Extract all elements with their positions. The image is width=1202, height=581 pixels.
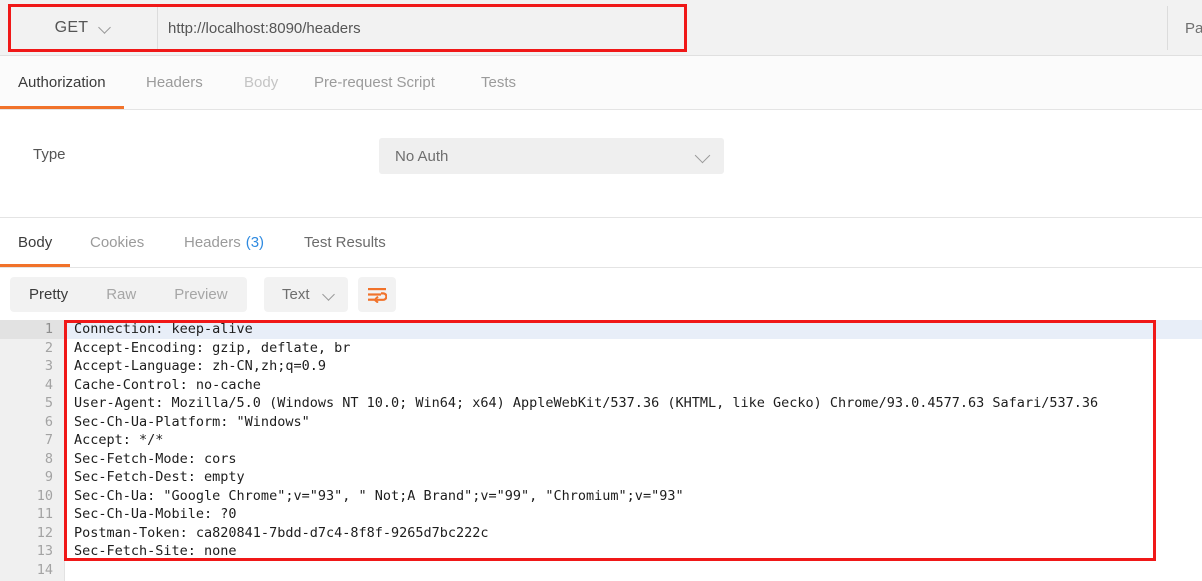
line-number: 7: [44, 432, 53, 448]
response-tab-bar: Body Cookies Headers (3) Test Results: [0, 218, 1202, 268]
code-line: User-Agent: Mozilla/5.0 (Windows NT 10.0…: [74, 395, 1099, 411]
code-line: Sec-Ch-Ua-Mobile: ?0: [74, 506, 237, 522]
response-headers-count: (3): [245, 234, 265, 251]
segment-raw-label: Raw: [106, 286, 137, 303]
response-tab-test-results[interactable]: Test Results: [286, 218, 404, 267]
response-tab-test-results-label: Test Results: [304, 234, 386, 251]
line-number: 8: [44, 450, 53, 467]
code-line: Sec-Ch-Ua: "Google Chrome";v="93", " Not…: [74, 487, 684, 504]
chevron-down-icon: [696, 149, 710, 163]
tab-headers-label: Headers: [146, 74, 203, 91]
segment-raw[interactable]: Raw: [87, 277, 155, 312]
line-number: 11: [36, 506, 53, 522]
response-tab-body-label: Body: [18, 234, 53, 251]
authorization-panel: Type No Auth: [0, 110, 1202, 218]
tab-authorization-label: Authorization: [18, 74, 106, 91]
response-body-viewer[interactable]: 1 2 3 4 5 6 7 8 9 10 11 12 13 14 Connect…: [0, 320, 1202, 581]
response-format-segmented-control: Pretty Raw Preview: [10, 277, 247, 312]
chevron-down-icon: [324, 289, 336, 301]
request-url-bar: GET http://localhost:8090/headers Pa: [0, 0, 1202, 56]
tab-headers[interactable]: Headers: [128, 56, 221, 109]
response-tab-cookies-label: Cookies: [90, 234, 145, 251]
tab-tests[interactable]: Tests: [463, 56, 534, 109]
line-number: 14: [36, 561, 53, 578]
line-number: 13: [36, 543, 53, 559]
code-line: Connection: keep-alive: [66, 320, 1202, 339]
auth-type-value: No Auth: [395, 147, 449, 165]
code-line: Postman-Token: ca820841-7bdd-d7c4-8f8f-9…: [74, 524, 489, 541]
url-input[interactable]: http://localhost:8090/headers: [160, 6, 1160, 50]
word-wrap-toggle[interactable]: [358, 277, 396, 312]
code-line: Sec-Fetch-Mode: cors: [74, 450, 237, 467]
tab-body-label: Body: [244, 74, 279, 91]
tab-pre-request-script[interactable]: Pre-request Script: [296, 56, 453, 109]
http-method-label: GET: [54, 19, 89, 36]
line-number: 12: [36, 524, 53, 541]
chevron-down-icon: [100, 22, 112, 34]
active-response-tab-underline: [0, 264, 71, 267]
active-tab-underline: [0, 106, 124, 109]
auth-type-select[interactable]: No Auth: [379, 138, 724, 174]
code-line: Accept-Encoding: gzip, deflate, br: [74, 339, 351, 356]
segment-preview[interactable]: Preview: [155, 277, 246, 312]
response-body-text[interactable]: Connection: keep-alive Accept-Encoding: …: [66, 320, 1202, 581]
line-number: 3: [44, 358, 53, 374]
response-language-value: Text: [282, 286, 310, 303]
line-number: 1: [0, 320, 64, 339]
tab-tests-label: Tests: [481, 74, 517, 91]
code-line: Cache-Control: no-cache: [74, 376, 261, 393]
word-wrap-icon: [368, 287, 387, 303]
request-tab-bar: Authorization Headers Body Pre-request S…: [0, 56, 1202, 110]
tab-body[interactable]: Body: [226, 56, 296, 109]
line-number: 10: [36, 487, 53, 504]
tab-pre-request-script-label: Pre-request Script: [314, 74, 435, 91]
tab-authorization[interactable]: Authorization: [0, 56, 124, 109]
response-tab-headers-label: Headers: [184, 234, 241, 251]
code-line: Accept-Language: zh-CN,zh;q=0.9: [74, 358, 326, 374]
line-number: 4: [44, 376, 53, 393]
params-label: Pa: [1185, 19, 1202, 37]
code-line: Sec-Fetch-Site: none: [74, 543, 237, 559]
params-button[interactable]: Pa: [1167, 6, 1202, 50]
response-tab-headers[interactable]: Headers (3): [166, 218, 282, 267]
segment-preview-label: Preview: [174, 286, 228, 303]
segment-pretty-label: Pretty: [29, 286, 69, 303]
line-number: 9: [44, 469, 53, 485]
response-tab-cookies[interactable]: Cookies: [72, 218, 162, 267]
response-language-select[interactable]: Text: [264, 277, 348, 312]
response-tab-body[interactable]: Body: [0, 218, 71, 267]
code-line: Sec-Ch-Ua-Platform: "Windows": [74, 413, 310, 430]
code-line: Sec-Fetch-Dest: empty: [74, 469, 245, 485]
http-method-selector[interactable]: GET: [10, 6, 158, 50]
segment-pretty[interactable]: Pretty: [10, 277, 87, 312]
line-number: 5: [44, 395, 53, 411]
line-number-gutter: 1 2 3 4 5 6 7 8 9 10 11 12 13 14: [0, 320, 65, 581]
code-line: Accept: */*: [74, 432, 164, 448]
line-number: 6: [44, 413, 53, 430]
url-value: http://localhost:8090/headers: [168, 19, 361, 37]
line-number: 2: [44, 339, 53, 356]
auth-type-label: Type: [33, 146, 66, 163]
